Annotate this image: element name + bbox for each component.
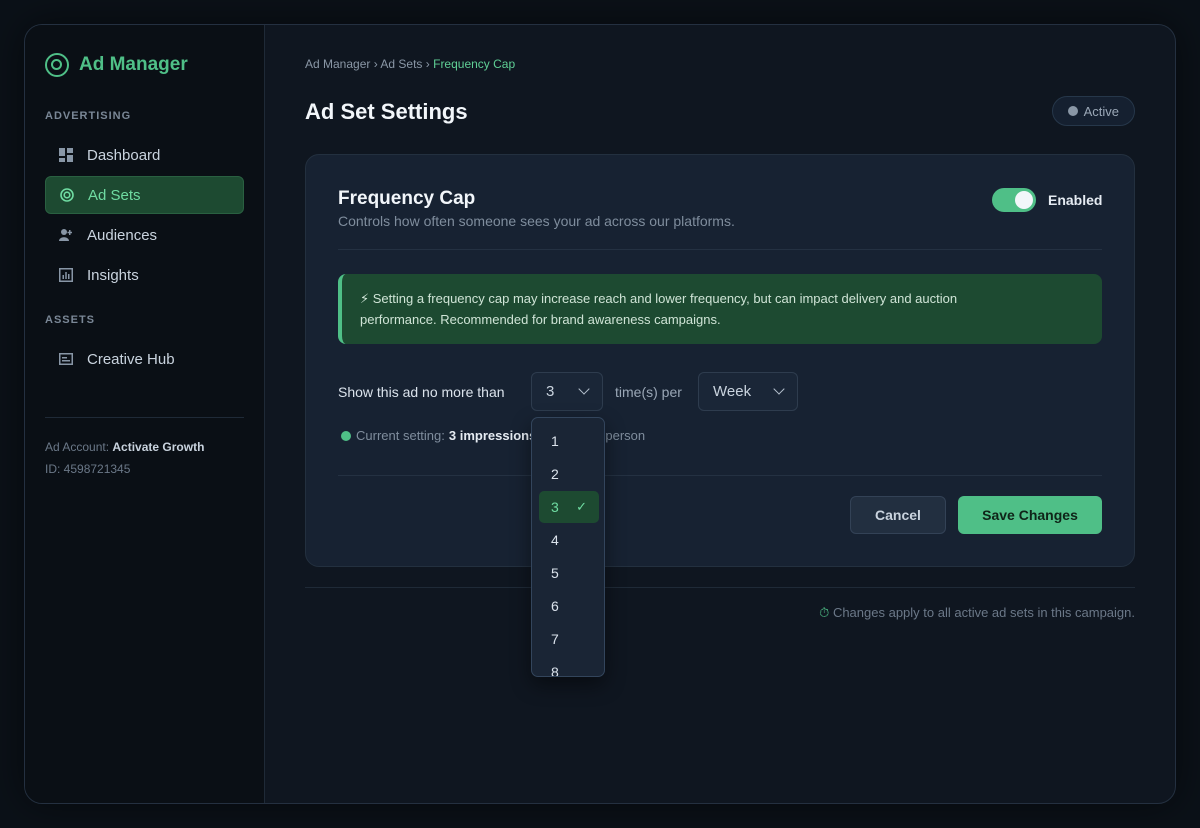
creative-icon: [59, 352, 73, 366]
card-subtitle: Controls how often someone sees your ad …: [338, 213, 735, 229]
option-label: 5: [551, 565, 559, 581]
ad-account-label: Ad Account:: [45, 440, 110, 454]
dropdown-option[interactable]: 7: [539, 623, 599, 655]
option-label: 6: [551, 598, 559, 614]
option-label: 1: [551, 433, 559, 449]
footer-divider: [305, 587, 1135, 588]
notice-line: ⚡ Setting a frequency cap may increase r…: [360, 291, 958, 306]
footer-note: ⏱ Changes apply to all active ad sets in…: [819, 605, 1135, 621]
dropdown-option[interactable]: 2: [539, 458, 599, 490]
app-window: Ad Manager ADVERTISING Dashboard Ad Sets…: [24, 24, 1176, 804]
sidebar-item-ad-sets[interactable]: Ad Sets: [45, 176, 244, 214]
sidebar: Ad Manager ADVERTISING Dashboard Ad Sets…: [25, 25, 265, 803]
audience-icon: [59, 228, 73, 242]
sidebar-item-label: Ad Sets: [88, 186, 141, 204]
sidebar-divider: [45, 417, 244, 418]
sidebar-item-insights[interactable]: Insights: [45, 256, 244, 294]
frequency-cap-card: Frequency Cap Controls how often someone…: [305, 154, 1135, 567]
ad-account-name: Activate Growth: [112, 440, 205, 454]
chevron-down-icon: [773, 383, 785, 395]
main-content: Ad Manager › Ad Sets › Frequency Cap Ad …: [265, 25, 1175, 803]
checkmark-icon: ✓: [576, 499, 587, 514]
breadcrumb: Ad Manager › Ad Sets › Frequency Cap: [305, 57, 515, 71]
ad-account-id: ID: 4598721345: [45, 462, 131, 476]
section-label-assets: ASSETS: [45, 314, 96, 326]
current-setting-prefix: Current setting:: [356, 428, 445, 443]
footer-note-text: Changes apply to all active ad sets in t…: [832, 605, 1135, 620]
sidebar-item-creative-hub[interactable]: Creative Hub: [45, 340, 244, 378]
info-notice: ⚡ Setting a frequency cap may increase r…: [338, 274, 1102, 344]
sidebar-item-audiences[interactable]: Audiences: [45, 216, 244, 254]
period-select[interactable]: Week: [698, 372, 798, 411]
ad-account: Ad Account: Activate Growth: [45, 440, 204, 454]
frequency-label: Show this ad no more than: [338, 384, 505, 400]
save-changes-button[interactable]: Save Changes: [958, 496, 1102, 534]
breadcrumb-current: Frequency Cap: [433, 57, 516, 71]
period-select-value: Week: [713, 383, 752, 400]
sidebar-item-dashboard[interactable]: Dashboard: [45, 136, 244, 174]
option-label: 7: [551, 631, 559, 647]
option-label: 8: [551, 664, 559, 677]
enabled-toggle[interactable]: [992, 188, 1036, 212]
option-label: 3: [551, 499, 559, 515]
sidebar-item-label: Audiences: [87, 226, 158, 244]
target-icon: [60, 188, 74, 202]
brand[interactable]: Ad Manager: [45, 53, 188, 77]
toggle-label: Enabled: [1048, 192, 1103, 208]
option-label: 4: [551, 532, 559, 548]
sidebar-item-label: Dashboard: [87, 146, 161, 164]
dropdown-option[interactable]: 5: [539, 557, 599, 589]
count-dropdown-menu[interactable]: 1 2 3 ✓ 4 5 6 7 8: [531, 417, 605, 677]
sidebar-item-label: Creative Hub: [87, 350, 175, 368]
page-title: Ad Set Settings: [305, 99, 468, 124]
dropdown-option-selected[interactable]: 3 ✓: [539, 491, 599, 523]
toggle-knob: [1015, 191, 1033, 209]
card-title: Frequency Cap: [338, 188, 476, 209]
notice-line: performance. Recommended for brand aware…: [360, 312, 721, 327]
dropdown-option[interactable]: 8: [539, 656, 599, 677]
dashboard-icon: [59, 148, 73, 162]
breadcrumb-item[interactable]: Ad Manager: [305, 57, 370, 71]
card-divider: [338, 249, 1102, 250]
sidebar-item-label: Insights: [87, 266, 139, 284]
count-select[interactable]: 3: [531, 372, 603, 411]
dropdown-option[interactable]: 1: [539, 425, 599, 457]
brand-name: Ad Manager: [79, 54, 188, 75]
chevron-down-icon: [578, 383, 590, 395]
section-label-advertising: ADVERTISING: [45, 110, 132, 122]
dropdown-option[interactable]: 4: [539, 524, 599, 556]
status-badge: Active: [1051, 96, 1135, 126]
cancel-button[interactable]: Cancel: [850, 496, 946, 534]
per-label: time(s) per: [615, 384, 682, 400]
timer-icon: ⏱: [819, 605, 830, 620]
card-divider: [338, 475, 1102, 476]
breadcrumb-item[interactable]: Ad Sets: [380, 57, 422, 71]
status-dot-icon: [341, 430, 351, 441]
dropdown-option[interactable]: 6: [539, 590, 599, 622]
option-label: 2: [551, 466, 559, 482]
status-dot-icon: [1067, 106, 1078, 116]
status-label: Active: [1083, 103, 1119, 119]
target-logo-icon: [45, 53, 69, 77]
count-select-value: 3: [546, 383, 555, 400]
breadcrumb-separator: ›: [425, 57, 434, 71]
chart-icon: [59, 268, 73, 282]
